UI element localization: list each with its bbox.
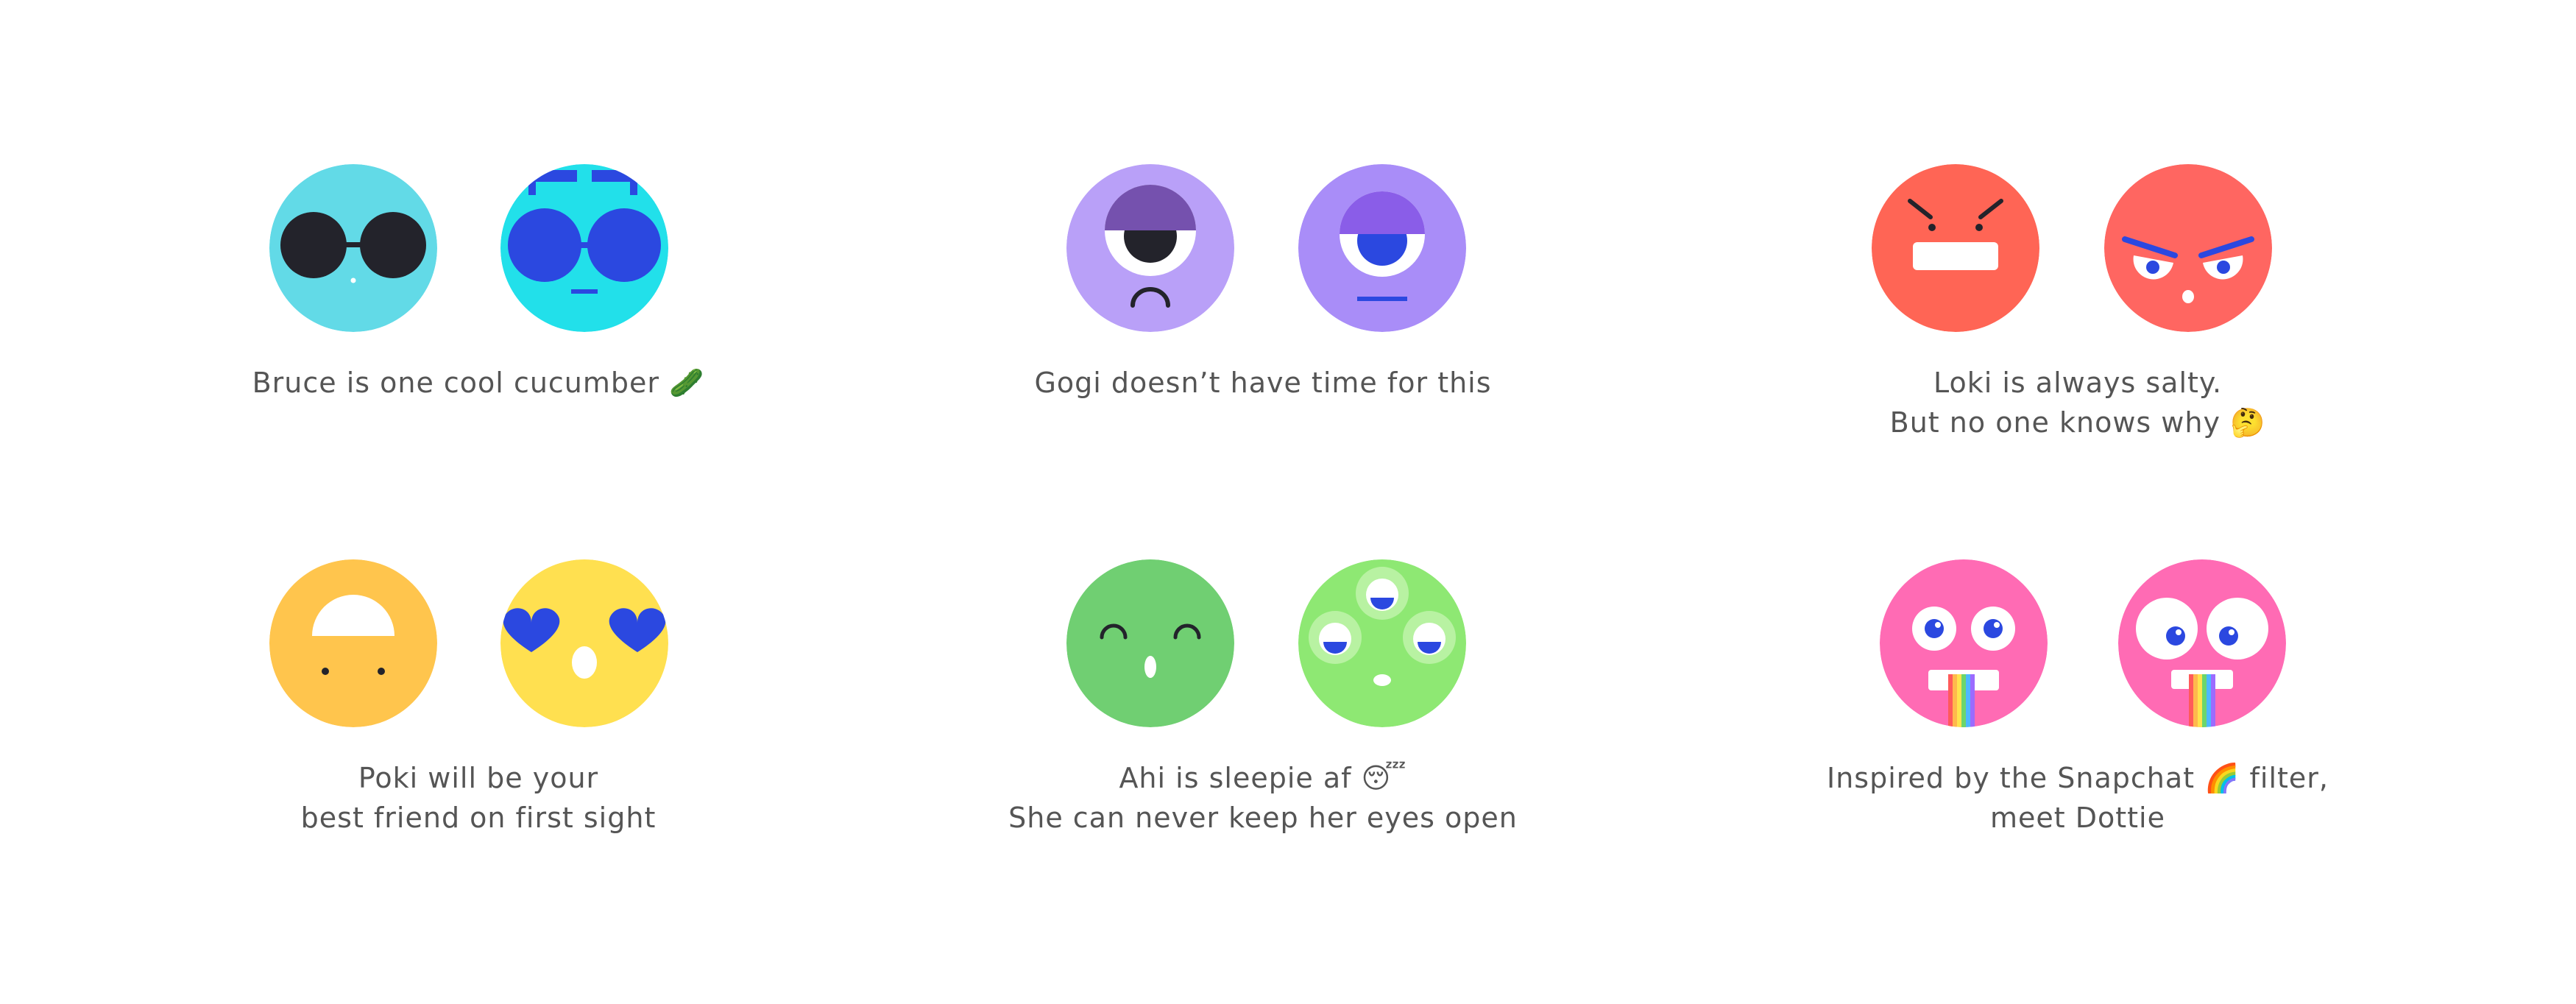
caption-line: Ahi is sleepie af 😴 <box>1119 762 1407 794</box>
caption-line: Gogi doesn’t have time for this <box>1034 367 1492 399</box>
character-card-bruce: Bruce is one cool cucumber 🥒 <box>74 164 883 399</box>
character-caption: Bruce is one cool cucumber 🥒 <box>74 363 883 403</box>
character-caption: Inspired by the Snapchat 🌈 filter, meet … <box>1673 758 2483 838</box>
caption-line: Inspired by the Snapchat 🌈 filter, <box>1827 762 2329 794</box>
character-card-poki: Poki will be your best friend on first s… <box>74 559 883 834</box>
bruce-face-default <box>269 164 437 332</box>
caption-line: meet Dottie <box>1990 802 2165 834</box>
face-pair <box>74 559 883 736</box>
caption-line: Bruce is one cool cucumber 🥒 <box>252 367 705 399</box>
ahi-face-alt <box>1298 559 1466 727</box>
character-caption: Loki is always salty. But no one knows w… <box>1673 363 2483 442</box>
bruce-face-alt <box>500 164 668 332</box>
character-caption: Gogi doesn’t have time for this <box>858 363 1668 403</box>
caption-line: She can never keep her eyes open <box>1008 802 1518 834</box>
character-card-gogi: Gogi doesn’t have time for this <box>858 164 1668 399</box>
ahi-face-default <box>1066 559 1234 727</box>
face-pair <box>858 559 1668 736</box>
face-pair <box>74 164 883 341</box>
character-card-loki: Loki is always salty. But no one knows w… <box>1673 164 2483 439</box>
poki-face-default <box>269 559 437 727</box>
face-pair <box>1673 559 2483 736</box>
caption-line: Poki will be your <box>358 762 599 794</box>
gogi-face-default <box>1066 164 1234 332</box>
loki-face-default <box>1872 164 2039 332</box>
gogi-face-alt <box>1298 164 1466 332</box>
character-caption: Poki will be your best friend on first s… <box>74 758 883 838</box>
caption-line: But no one knows why 🤔 <box>1889 406 2266 439</box>
face-pair <box>1673 164 2483 341</box>
dottie-face-default <box>1880 559 2048 727</box>
character-caption: Ahi is sleepie af 😴 She can never keep h… <box>858 758 1668 838</box>
caption-line: best friend on first sight <box>300 802 657 834</box>
caption-line: Loki is always salty. <box>1933 367 2223 399</box>
dottie-face-alt <box>2118 559 2286 727</box>
character-card-ahi: Ahi is sleepie af 😴 She can never keep h… <box>858 559 1668 834</box>
poki-face-alt <box>500 559 668 727</box>
character-card-dottie: Inspired by the Snapchat 🌈 filter, meet … <box>1673 559 2483 834</box>
loki-face-alt <box>2104 164 2272 332</box>
face-pair <box>858 164 1668 341</box>
